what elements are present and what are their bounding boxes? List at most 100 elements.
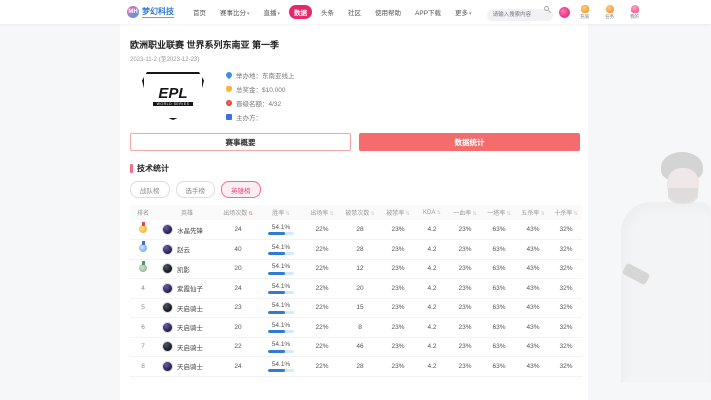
penta-rate-cell: 43% bbox=[516, 298, 550, 318]
background-player-image bbox=[616, 140, 711, 400]
hero-avatar bbox=[162, 302, 173, 313]
kda-cell: 4.2 bbox=[416, 220, 448, 240]
event-info-row: 主办方： bbox=[226, 112, 295, 122]
user-action-label: 充值 bbox=[580, 14, 589, 20]
table-row[interactable]: 7天启骑士2254.1%22%4623%4.223%63%43%32% bbox=[130, 337, 582, 357]
appearances-cell: 24 bbox=[218, 220, 258, 240]
tab-statistics[interactable]: 数据统计 bbox=[359, 133, 580, 151]
event-info-row: 举办地：东南亚线上 bbox=[226, 70, 295, 80]
table-header-8[interactable]: 一血率 ⇅ bbox=[448, 205, 482, 220]
rank-cell: 4 bbox=[130, 279, 156, 299]
nav-item-1[interactable]: 赛事比分▾ bbox=[215, 5, 255, 19]
user-action-0[interactable]: 充值 bbox=[576, 5, 594, 20]
event-info-row: 晋级名额：4/32 bbox=[226, 98, 295, 108]
hero-cell-td: 天启骑士 bbox=[156, 337, 218, 357]
table-header-3[interactable]: 胜率 ⇅ bbox=[258, 205, 304, 220]
event-info-text: 举办地：东南亚线上 bbox=[236, 70, 295, 80]
nav-item-0[interactable]: 首页 bbox=[188, 5, 211, 19]
table-header-6[interactable]: 被禁率 ⇅ bbox=[380, 205, 416, 220]
table-row[interactable]: 5天启骑士2354.1%22%1523%4.223%63%43%32% bbox=[130, 298, 582, 318]
penta-rate-cell: 43% bbox=[516, 318, 550, 338]
table-header-1: 英雄 bbox=[156, 205, 218, 220]
table-row[interactable]: 赵云4054.1%22%2823%4.223%63%43%32% bbox=[130, 240, 582, 260]
kda-cell: 4.2 bbox=[416, 298, 448, 318]
bell-icon bbox=[606, 5, 614, 13]
nav-item-6[interactable]: 使用帮助 bbox=[370, 5, 406, 19]
kda-cell: 4.2 bbox=[416, 279, 448, 299]
win-rate-fill bbox=[268, 252, 285, 255]
win-rate-cell: 54.1% bbox=[258, 259, 304, 279]
win-rate-cell: 54.1% bbox=[258, 298, 304, 318]
table-header-7[interactable]: KDA ⇅ bbox=[416, 205, 448, 220]
table-header-5[interactable]: 被禁次数 ⇅ bbox=[340, 205, 380, 220]
subtab-1[interactable]: 选手榜 bbox=[176, 181, 216, 198]
deca-rate-cell: 32% bbox=[550, 337, 582, 357]
win-rate-fill bbox=[268, 350, 285, 353]
section-title-row: 技术统计 bbox=[130, 163, 580, 174]
table-row[interactable]: 6天启骑士2054.1%22%823%4.223%63%43%32% bbox=[130, 318, 582, 338]
subtab-0[interactable]: 战队榜 bbox=[130, 181, 170, 198]
hero-name: 天启骑士 bbox=[177, 361, 203, 371]
table-row[interactable]: 凯影2054.1%22%1223%4.223%63%43%32% bbox=[130, 259, 582, 279]
section-title: 技术统计 bbox=[137, 163, 169, 174]
user-action-2[interactable]: 我的 bbox=[626, 5, 644, 20]
rank-number: 7 bbox=[141, 343, 145, 350]
subtab-2[interactable]: 英雄榜 bbox=[221, 181, 261, 198]
sort-icon: ⇅ bbox=[328, 211, 334, 217]
win-rate-cell: 54.1% bbox=[258, 279, 304, 299]
hero-name: 天启骑士 bbox=[177, 342, 203, 352]
rank-cell: 7 bbox=[130, 337, 156, 357]
tab-overview[interactable]: 赛事概要 bbox=[130, 133, 351, 151]
sort-icon: ⇅ bbox=[369, 211, 375, 217]
table-header-2[interactable]: 出场次数 ⇅ bbox=[218, 205, 258, 220]
rank-cell bbox=[130, 240, 156, 260]
first-tower-cell: 63% bbox=[482, 240, 516, 260]
pick-rate-cell: 22% bbox=[304, 279, 340, 299]
appearances-cell: 20 bbox=[218, 259, 258, 279]
win-rate-bar bbox=[268, 350, 294, 353]
table-header-11[interactable]: 十杀率 ⇅ bbox=[550, 205, 582, 220]
appearances-cell: 20 bbox=[218, 318, 258, 338]
ban-count-cell: 8 bbox=[340, 318, 380, 338]
win-rate-bar bbox=[268, 311, 294, 314]
win-rate-value: 54.1% bbox=[272, 263, 290, 270]
table-header-10[interactable]: 五杀率 ⇅ bbox=[516, 205, 550, 220]
win-rate-fill bbox=[268, 291, 285, 294]
table-row[interactable]: 4紫霞仙子2454.1%22%2023%4.223%63%43%32% bbox=[130, 279, 582, 299]
avatar[interactable] bbox=[559, 7, 570, 18]
ban-rate-cell: 23% bbox=[380, 259, 416, 279]
rank-number: 5 bbox=[141, 304, 145, 311]
ban-rate-cell: 23% bbox=[380, 298, 416, 318]
deca-rate-cell: 32% bbox=[550, 357, 582, 377]
event-logo-subtext: WORLD SERIES bbox=[153, 102, 194, 106]
stat-subtabs: 战队榜选手榜英雄榜 bbox=[130, 181, 580, 198]
win-rate-wrap: 54.1% bbox=[258, 322, 304, 334]
medal-bronze-icon bbox=[139, 264, 147, 272]
table-header-9[interactable]: 一塔率 ⇅ bbox=[482, 205, 516, 220]
site-logo[interactable]: MH 梦幻科技 bbox=[127, 6, 174, 18]
nav-item-7[interactable]: APP下载 bbox=[410, 5, 446, 19]
ban-rate-cell: 23% bbox=[380, 337, 416, 357]
rank-cell: 8 bbox=[130, 357, 156, 377]
nav-item-4[interactable]: 头条 bbox=[316, 5, 339, 19]
penta-rate-cell: 43% bbox=[516, 357, 550, 377]
nav-item-5[interactable]: 社区 bbox=[343, 5, 366, 19]
search-icon[interactable] bbox=[544, 6, 549, 11]
table-header-4[interactable]: 出场率 ⇅ bbox=[304, 205, 340, 220]
table-row[interactable]: 水晶先锋2454.1%22%2823%4.223%63%43%32% bbox=[130, 220, 582, 240]
search-input[interactable] bbox=[487, 9, 553, 21]
ban-count-cell: 20 bbox=[340, 279, 380, 299]
sort-icon: ⇅ bbox=[471, 211, 477, 217]
nav-item-2[interactable]: 直播▾ bbox=[259, 5, 286, 19]
user-action-1[interactable]: 任务 bbox=[601, 5, 619, 20]
table-row[interactable]: 8天启骑士2454.1%22%2823%4.223%63%43%32% bbox=[130, 357, 582, 377]
hero-name: 赵云 bbox=[177, 244, 190, 254]
nav-item-8[interactable]: 更多▾ bbox=[450, 5, 477, 19]
win-rate-value: 54.1% bbox=[272, 322, 290, 329]
appearances-cell: 24 bbox=[218, 357, 258, 377]
nav-item-3[interactable]: 数据 bbox=[289, 5, 312, 19]
logo-text: 梦幻科技 bbox=[142, 7, 174, 18]
penta-rate-cell: 43% bbox=[516, 220, 550, 240]
target-icon bbox=[226, 100, 232, 106]
ban-count-cell: 46 bbox=[340, 337, 380, 357]
